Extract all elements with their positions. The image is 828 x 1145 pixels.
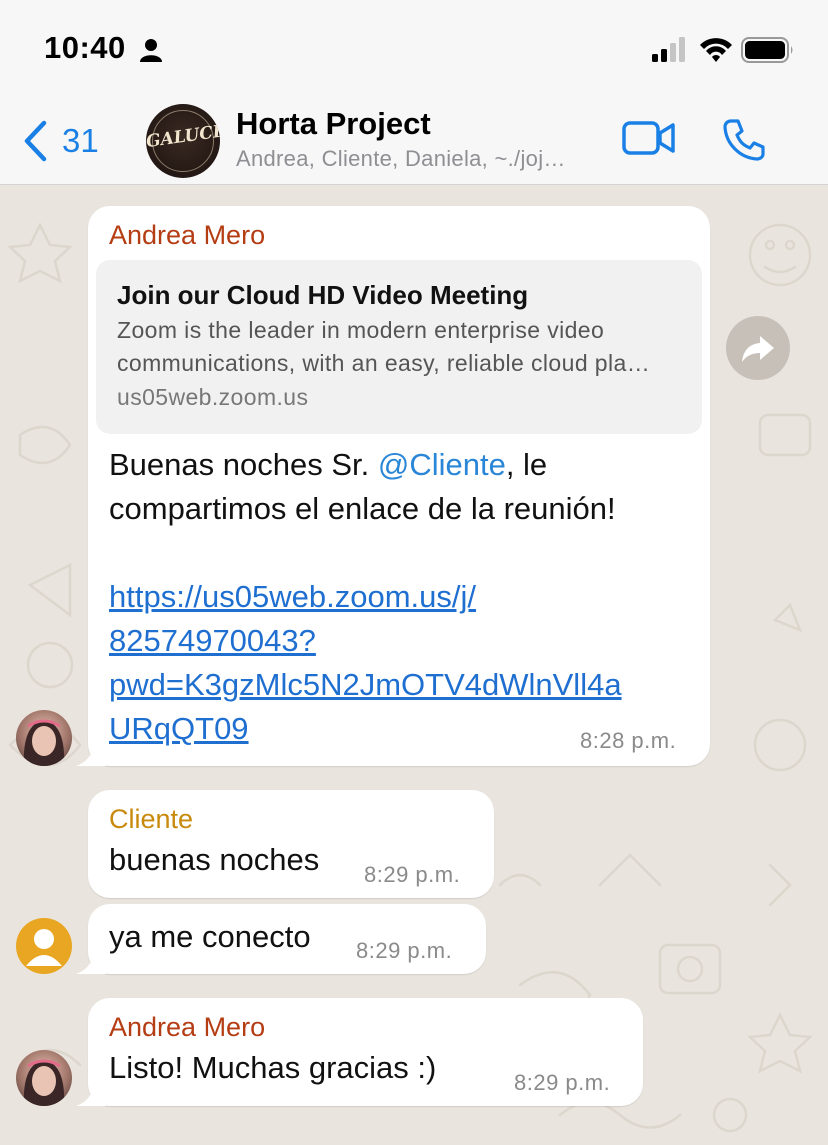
message-text: compartimos el enlace de la reunión! xyxy=(109,491,616,526)
message-bubble[interactable]: ya me conecto 8:29 p.m. xyxy=(88,904,486,974)
avatar[interactable] xyxy=(16,918,72,974)
chat-participants[interactable]: Andrea, Cliente, Daniela, ~./joj… xyxy=(236,146,566,172)
avatar[interactable] xyxy=(16,710,72,766)
link-preview-title: Join our Cloud HD Video Meeting xyxy=(117,280,529,310)
video-call-icon[interactable] xyxy=(622,120,676,156)
battery-icon xyxy=(741,37,793,63)
chevron-left-icon xyxy=(24,120,47,162)
status-indicators xyxy=(652,37,793,63)
bubble-tail xyxy=(76,736,106,766)
status-bar: 10:40 xyxy=(0,0,828,100)
avatar-photo xyxy=(23,719,65,766)
signal-icon xyxy=(652,37,685,62)
message-time: 8:29 p.m. xyxy=(356,938,453,963)
link-preview[interactable]: Join our Cloud HD Video Meeting Zoom is … xyxy=(96,260,702,434)
message-time: 8:29 p.m. xyxy=(514,1070,611,1095)
default-avatar-icon xyxy=(26,929,62,966)
forward-icon xyxy=(742,336,774,362)
message-text: buenas noches xyxy=(109,842,320,877)
link-preview-description: Zoom is the leader in modern enterprise … xyxy=(117,317,651,376)
message-bubble[interactable]: Andrea Mero Join our Cloud HD Video Meet… xyxy=(88,206,710,766)
chat-title[interactable]: Horta Project xyxy=(236,106,431,142)
sender-name: Andrea Mero xyxy=(109,1012,266,1042)
chat-area: Andrea Mero Join our Cloud HD Video Meet… xyxy=(0,185,828,1145)
message-bubble[interactable]: Andrea Mero Listo! Muchas gracias :) 8:2… xyxy=(88,998,643,1106)
chat-header: 31 GALUCHI Horta Project Andrea, Cliente… xyxy=(0,100,828,185)
message-text: Buenas noches Sr. @Cliente, le xyxy=(109,447,548,482)
back-button[interactable]: 31 xyxy=(22,116,99,166)
link-preview-domain: us05web.zoom.us xyxy=(117,384,309,410)
message-text: Listo! Muchas gracias :) xyxy=(109,1050,437,1085)
group-avatar[interactable]: GALUCHI xyxy=(146,104,220,178)
status-time: 10:40 xyxy=(44,30,126,65)
meeting-link[interactable]: https://us05web.zoom.us/j/ 82574970043? … xyxy=(109,575,622,751)
forward-button[interactable] xyxy=(726,316,790,380)
message-text: ya me conecto xyxy=(109,919,311,954)
message-time: 8:28 p.m. xyxy=(580,728,677,753)
sender-name: Andrea Mero xyxy=(109,220,266,250)
bubble-tail xyxy=(76,1076,106,1106)
wifi-icon xyxy=(700,38,732,62)
bubble-tail xyxy=(76,944,106,974)
sender-name: Cliente xyxy=(109,804,194,834)
avatar[interactable] xyxy=(16,1050,72,1106)
phone-icon[interactable] xyxy=(722,118,766,162)
message-bubble[interactable]: Cliente buenas noches 8:29 p.m. xyxy=(88,790,494,898)
person-icon xyxy=(140,39,162,62)
unread-count: 31 xyxy=(62,122,99,159)
avatar-photo xyxy=(23,1059,65,1106)
message-time: 8:29 p.m. xyxy=(364,862,461,887)
mention-link[interactable]: @Cliente xyxy=(378,447,506,482)
